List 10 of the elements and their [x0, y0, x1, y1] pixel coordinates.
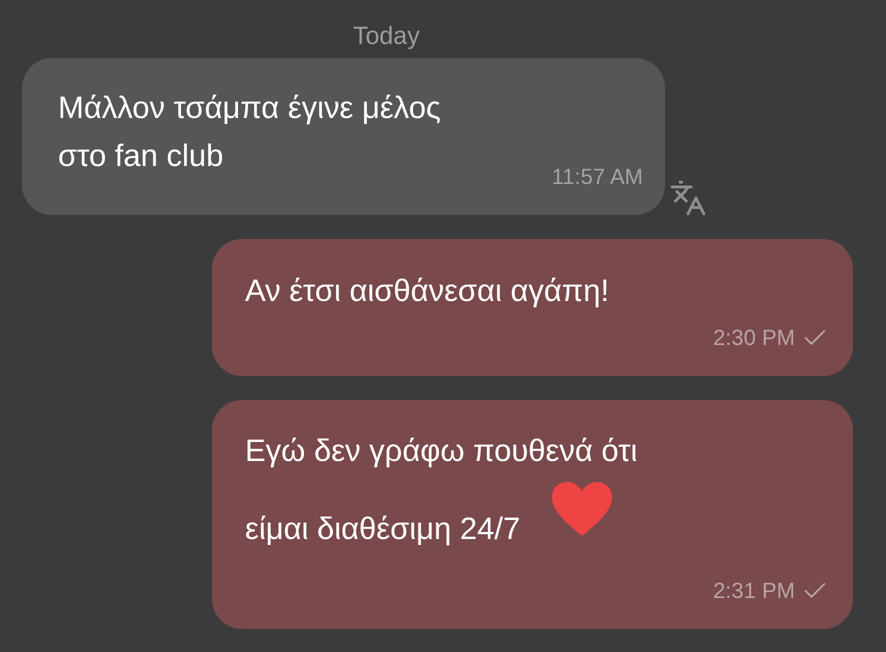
- message-time: 2:30 PM: [713, 324, 795, 352]
- message-text: είμαι διαθέσιμη 24/7: [245, 510, 520, 548]
- message-time: 2:31 PM: [713, 577, 795, 605]
- message-text: Μάλλον τσάμπα έγινε μέλος: [58, 89, 441, 127]
- message-text: Εγώ δεν γράφω πουθενά ότι: [245, 432, 638, 470]
- message-text: Αν έτσι αισθάνεσαι αγάπη!: [245, 272, 610, 310]
- date-divider: Today: [353, 22, 420, 50]
- message-text: στο fan club: [58, 137, 224, 175]
- message-time: 11:57 AM: [552, 163, 643, 191]
- translate-button[interactable]: [669, 179, 707, 217]
